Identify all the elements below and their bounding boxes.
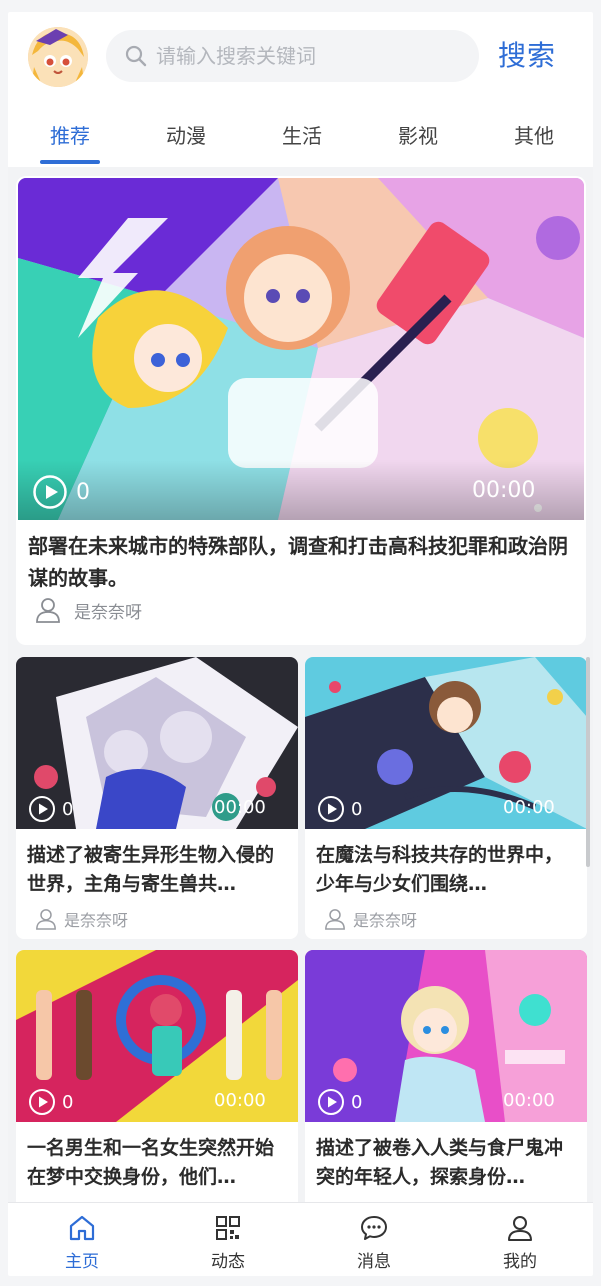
play-count: 0: [28, 795, 73, 823]
video-thumbnail: 0 00:00: [16, 950, 298, 1122]
user-icon: [36, 598, 60, 623]
search-button[interactable]: 搜索: [498, 34, 556, 74]
video-author[interactable]: 是奈奈呀: [325, 907, 417, 931]
nav-profile[interactable]: 我的: [480, 1213, 560, 1272]
play-count: 0: [317, 1088, 362, 1116]
tab-life[interactable]: 生活: [257, 120, 347, 149]
video-thumbnail: 0 00:00: [305, 950, 587, 1122]
avatar-image: [28, 27, 88, 87]
video-title[interactable]: 描述了被寄生异形生物入侵的世界，主角与寄生兽共…: [27, 841, 291, 899]
video-thumbnail: 0 00:00: [18, 178, 584, 520]
video-card[interactable]: 0 00:00 一名男生和一名女生突然开始在梦中交换身份，他们…: [16, 950, 298, 1202]
bottom-navigation: 主页 动态 消息 我的: [8, 1202, 593, 1276]
video-duration: 00:00: [214, 1090, 266, 1111]
author-name: 是奈奈呀: [74, 602, 142, 623]
video-title[interactable]: 在魔法与科技共存的世界中，少年与少女们围绕…: [316, 841, 580, 899]
video-thumbnail: 0 00:00: [305, 657, 587, 829]
search-bar[interactable]: [106, 30, 479, 82]
play-count-value: 0: [351, 798, 363, 820]
nav-feed[interactable]: 动态: [188, 1213, 268, 1272]
play-circle-icon: [29, 1089, 55, 1115]
video-card[interactable]: 0 00:00 描述了被寄生异形生物入侵的世界，主角与寄生兽共… 是奈奈呀: [16, 657, 298, 939]
nav-messages-label: 消息: [357, 1252, 391, 1272]
user-icon: [325, 909, 345, 930]
video-author[interactable]: 是奈奈呀: [36, 594, 142, 626]
user-avatar[interactable]: [28, 27, 88, 87]
tab-recommend[interactable]: 推荐: [25, 120, 115, 149]
play-count-value: 0: [351, 1091, 363, 1113]
feed-scrollbar[interactable]: [586, 657, 590, 867]
user-icon: [36, 909, 56, 930]
nav-home-label: 主页: [65, 1252, 99, 1272]
search-input[interactable]: [156, 30, 466, 82]
user-icon: [508, 1216, 532, 1241]
nav-profile-label: 我的: [503, 1252, 537, 1272]
play-count: 0: [32, 474, 90, 510]
home-icon: [69, 1215, 95, 1241]
active-tab-indicator: [40, 160, 100, 164]
video-title[interactable]: 一名男生和一名女生突然开始在梦中交换身份，他们…: [27, 1134, 291, 1192]
app-screen: 搜索 推荐 动漫 生活 影视 其他: [8, 12, 593, 1276]
play-count: 0: [28, 1088, 73, 1116]
video-duration: 00:00: [214, 797, 266, 818]
play-circle-icon: [33, 475, 67, 509]
tab-film[interactable]: 影视: [373, 120, 463, 149]
video-card[interactable]: 0 00:00 在魔法与科技共存的世界中，少年与少女们围绕… 是奈奈呀: [305, 657, 587, 939]
grid-qr-icon: [216, 1216, 240, 1240]
video-title[interactable]: 部署在未来城市的特殊部队，调查和打击高科技犯罪和政治阴谋的故事。: [28, 530, 576, 594]
video-duration: 00:00: [472, 478, 536, 503]
nav-messages[interactable]: 消息: [334, 1213, 414, 1272]
chat-bubble-icon: [361, 1216, 387, 1240]
author-name: 是奈奈呀: [64, 911, 129, 930]
top-header: 搜索 推荐 动漫 生活 影视 其他: [8, 12, 593, 167]
search-icon: [125, 45, 147, 67]
play-circle-icon: [318, 796, 344, 822]
video-title[interactable]: 描述了被卷入人类与食尸鬼冲突的年轻人，探索身份…: [316, 1134, 580, 1192]
play-count-value: 0: [62, 798, 74, 820]
tab-other[interactable]: 其他: [489, 120, 579, 149]
video-duration: 00:00: [503, 797, 555, 818]
video-duration: 00:00: [503, 1090, 555, 1111]
play-count-value: 0: [62, 1091, 74, 1113]
play-count: 0: [317, 795, 362, 823]
play-count-value: 0: [76, 479, 90, 505]
nav-home[interactable]: 主页: [42, 1213, 122, 1272]
nav-feed-label: 动态: [211, 1252, 245, 1272]
featured-video-card[interactable]: 0 00:00 部署在未来城市的特殊部队，调查和打击高科技犯罪和政治阴谋的故事。…: [16, 176, 586, 645]
video-feed[interactable]: 0 00:00 部署在未来城市的特殊部队，调查和打击高科技犯罪和政治阴谋的故事。…: [8, 167, 593, 1202]
video-author[interactable]: 是奈奈呀: [36, 907, 128, 931]
author-name: 是奈奈呀: [353, 911, 418, 930]
video-thumbnail: 0 00:00: [16, 657, 298, 829]
category-tabs: 推荐 动漫 生活 影视 其他: [8, 110, 593, 167]
video-card[interactable]: 0 00:00 描述了被卷入人类与食尸鬼冲突的年轻人，探索身份…: [305, 950, 587, 1202]
play-circle-icon: [29, 796, 55, 822]
tab-anime[interactable]: 动漫: [141, 120, 231, 149]
play-circle-icon: [318, 1089, 344, 1115]
